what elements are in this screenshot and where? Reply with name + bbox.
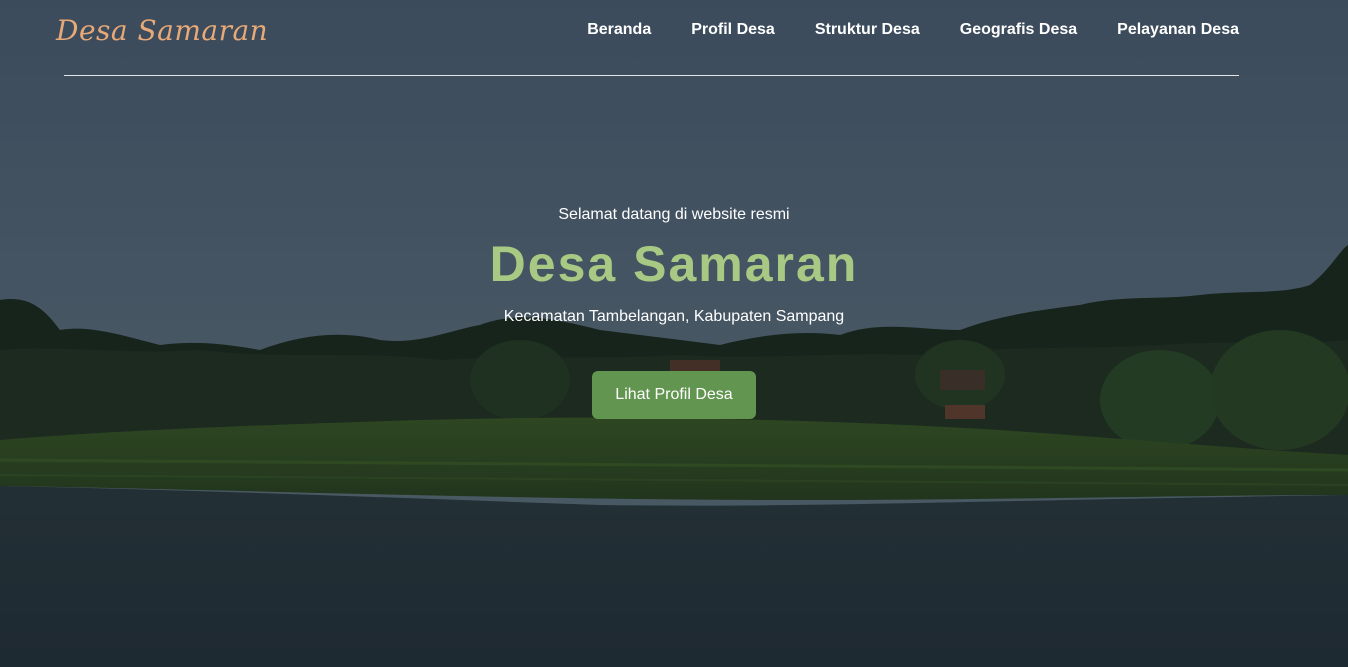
location-subtitle: Kecamatan Tambelangan, Kabupaten Sampang xyxy=(503,308,845,325)
page-title: Desa Samaran xyxy=(489,236,859,292)
nav-link-geografis-desa[interactable]: Geografis Desa xyxy=(960,21,1077,38)
nav-item-beranda: Beranda xyxy=(587,21,651,39)
nav-item-struktur-desa: Struktur Desa xyxy=(815,21,920,39)
nav-link-profil-desa[interactable]: Profil Desa xyxy=(691,21,775,38)
hero-section: Desa Samaran Beranda Profil Desa Struktu… xyxy=(0,0,1348,667)
nav-divider xyxy=(64,75,1239,76)
navbar: Desa Samaran Beranda Profil Desa Struktu… xyxy=(0,0,1348,77)
nav-item-pelayanan-desa: Pelayanan Desa xyxy=(1117,21,1239,39)
nav-menu: Beranda Profil Desa Struktur Desa Geogra… xyxy=(587,21,1239,39)
welcome-text: Selamat datang di website resmi xyxy=(558,206,790,223)
nav-item-profil-desa: Profil Desa xyxy=(691,21,775,39)
view-profile-button[interactable]: Lihat Profil Desa xyxy=(592,371,756,419)
nav-item-geografis-desa: Geografis Desa xyxy=(960,21,1077,39)
brand-logo[interactable]: Desa Samaran xyxy=(56,14,268,47)
nav-link-beranda[interactable]: Beranda xyxy=(587,21,651,38)
hero-content: Selamat datang di website resmi Desa Sam… xyxy=(0,205,1348,419)
nav-link-pelayanan-desa[interactable]: Pelayanan Desa xyxy=(1117,21,1239,38)
nav-link-struktur-desa[interactable]: Struktur Desa xyxy=(815,21,920,38)
